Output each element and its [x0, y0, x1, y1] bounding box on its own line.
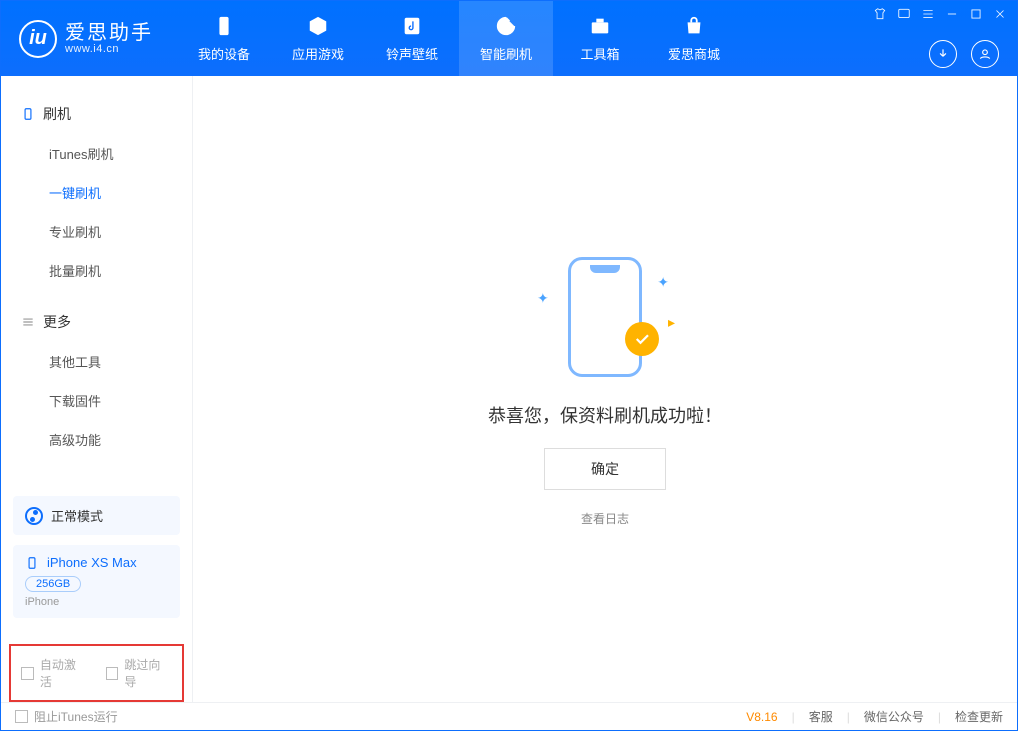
device-name: iPhone XS Max: [47, 555, 137, 570]
phone-small-icon: [25, 556, 39, 570]
mode-card[interactable]: 正常模式: [13, 496, 180, 535]
wechat-link[interactable]: 微信公众号: [864, 708, 924, 725]
tab-toolbox[interactable]: 工具箱: [553, 1, 647, 76]
checkbox-block-itunes[interactable]: 阻止iTunes运行: [15, 708, 118, 725]
footer: 阻止iTunes运行 V8.16 | 客服 | 微信公众号 | 检查更新: [1, 702, 1017, 730]
phone-icon: [212, 14, 236, 38]
separator: |: [938, 710, 941, 724]
success-message: 恭喜您，保资料刷机成功啦！: [488, 402, 722, 428]
tshirt-icon[interactable]: [873, 7, 887, 26]
tab-apps[interactable]: 应用游戏: [271, 1, 365, 76]
main-tabs: 我的设备 应用游戏 铃声壁纸 智能刷机 工具箱 爱思商城: [177, 1, 741, 76]
mode-icon: [25, 507, 43, 525]
tab-label: 工具箱: [580, 44, 619, 63]
sidebar-head-flash[interactable]: 刷机: [1, 94, 192, 134]
tab-label: 我的设备: [198, 44, 250, 63]
success-illustration: ✦ ✦ ▸: [535, 252, 675, 382]
cube-icon: [306, 14, 330, 38]
device-capacity: 256GB: [25, 576, 81, 592]
sidebar-item-advanced[interactable]: 高级功能: [1, 420, 192, 459]
sidebar: 刷机 iTunes刷机 一键刷机 专业刷机 批量刷机 更多 其他工具 下载固件 …: [1, 76, 193, 702]
tab-store[interactable]: 爱思商城: [647, 1, 741, 76]
user-circle-icon[interactable]: [971, 40, 999, 68]
flash-options-box: 自动激活 跳过向导: [9, 644, 184, 702]
download-circle-icon[interactable]: [929, 40, 957, 68]
main-content: ✦ ✦ ▸ 恭喜您，保资料刷机成功啦！ 确定 查看日志: [193, 76, 1017, 702]
tab-label: 爱思商城: [668, 44, 720, 63]
sidebar-item-other[interactable]: 其他工具: [1, 342, 192, 381]
sidebar-head-more[interactable]: 更多: [1, 302, 192, 342]
minimize-icon[interactable]: [945, 7, 959, 26]
app-url: www.i4.cn: [65, 43, 153, 55]
check-badge-icon: [625, 322, 659, 356]
logo-icon: iu: [19, 20, 57, 58]
tab-label: 应用游戏: [292, 44, 344, 63]
app-name: 爱思助手: [65, 23, 153, 43]
list-icon: [21, 315, 35, 329]
phone-illustration-icon: [568, 257, 642, 377]
bag-icon: [682, 14, 706, 38]
triangle-icon: ▸: [668, 314, 675, 331]
tab-device[interactable]: 我的设备: [177, 1, 271, 76]
device-card[interactable]: iPhone XS Max 256GB iPhone: [13, 545, 180, 618]
refresh-icon: [494, 14, 518, 38]
sidebar-head-label: 更多: [43, 312, 71, 332]
sidebar-item-firmware[interactable]: 下载固件: [1, 381, 192, 420]
close-icon[interactable]: [993, 7, 1007, 26]
tab-label: 智能刷机: [480, 44, 532, 63]
feedback-icon[interactable]: [897, 7, 911, 26]
view-log-link[interactable]: 查看日志: [581, 510, 629, 527]
maximize-icon[interactable]: [969, 7, 983, 26]
sparkle-icon: ✦: [657, 274, 669, 291]
toolbox-icon: [588, 14, 612, 38]
version-label: V8.16: [746, 710, 777, 724]
titlebar-controls: [873, 7, 1007, 26]
checkbox-auto-activate[interactable]: 自动激活: [21, 656, 88, 690]
music-icon: [400, 14, 424, 38]
sparkle-icon: ✦: [537, 290, 549, 307]
checkbox-skip-guide[interactable]: 跳过向导: [106, 656, 173, 690]
body: 刷机 iTunes刷机 一键刷机 专业刷机 批量刷机 更多 其他工具 下载固件 …: [1, 76, 1017, 702]
sidebar-item-onekey[interactable]: 一键刷机: [1, 173, 192, 212]
checkbox-icon: [106, 667, 119, 680]
logo[interactable]: iu 爱思助手 www.i4.cn: [1, 20, 169, 58]
checkbox-label: 阻止iTunes运行: [34, 708, 118, 725]
tab-ringtone[interactable]: 铃声壁纸: [365, 1, 459, 76]
sidebar-item-pro[interactable]: 专业刷机: [1, 212, 192, 251]
separator: |: [792, 710, 795, 724]
update-link[interactable]: 检查更新: [955, 708, 1003, 725]
header-action-circles: [929, 40, 999, 68]
checkbox-icon: [15, 710, 28, 723]
menu-icon[interactable]: [921, 7, 935, 26]
ok-button[interactable]: 确定: [544, 448, 666, 490]
checkbox-icon: [21, 667, 34, 680]
tab-flash[interactable]: 智能刷机: [459, 1, 553, 76]
sidebar-item-itunes[interactable]: iTunes刷机: [1, 134, 192, 173]
checkbox-label: 跳过向导: [124, 656, 172, 690]
sidebar-item-batch[interactable]: 批量刷机: [1, 251, 192, 290]
device-type: iPhone: [25, 596, 168, 608]
separator: |: [847, 710, 850, 724]
tab-label: 铃声壁纸: [386, 44, 438, 63]
support-link[interactable]: 客服: [809, 708, 833, 725]
checkbox-label: 自动激活: [40, 656, 88, 690]
header: iu 爱思助手 www.i4.cn 我的设备 应用游戏 铃声壁纸 智能刷机 工具…: [1, 1, 1017, 76]
sidebar-head-label: 刷机: [43, 104, 71, 124]
mode-label: 正常模式: [51, 506, 103, 525]
phone-outline-icon: [21, 107, 35, 121]
